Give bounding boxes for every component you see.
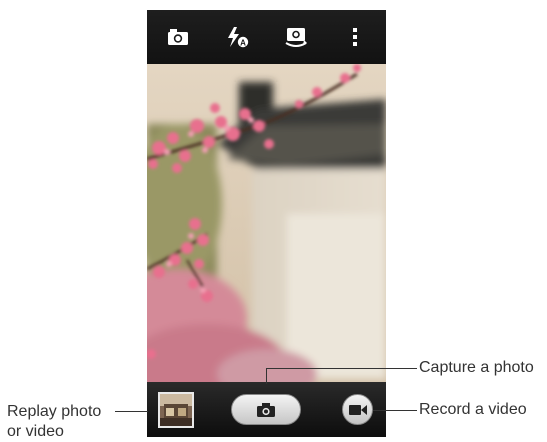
viewfinder-image — [147, 64, 386, 382]
camera-icon — [257, 402, 275, 417]
record-video-button[interactable] — [342, 394, 373, 425]
camera-mode-icon[interactable] — [162, 22, 194, 52]
more-options-icon[interactable] — [339, 22, 371, 52]
viewfinder[interactable] — [147, 64, 386, 382]
capture-leader-horizontal — [266, 368, 417, 369]
switch-camera-icon[interactable] — [280, 22, 312, 52]
video-camera-icon — [348, 404, 367, 415]
camera-toolbar: A — [147, 10, 386, 64]
svg-text:A: A — [240, 39, 246, 48]
shutter-button[interactable] — [231, 394, 301, 425]
record-leader-line — [373, 410, 417, 411]
replay-leader-line — [115, 411, 148, 412]
flash-auto-icon[interactable]: A — [221, 22, 253, 52]
capture-annotation: Capture a photo — [419, 359, 534, 376]
gallery-thumbnail[interactable] — [158, 392, 194, 428]
capture-leader-vertical — [266, 368, 267, 384]
capture-controls — [147, 382, 386, 437]
record-annotation: Record a video — [419, 401, 527, 418]
replay-annotation: Replay photo or video — [7, 403, 102, 440]
